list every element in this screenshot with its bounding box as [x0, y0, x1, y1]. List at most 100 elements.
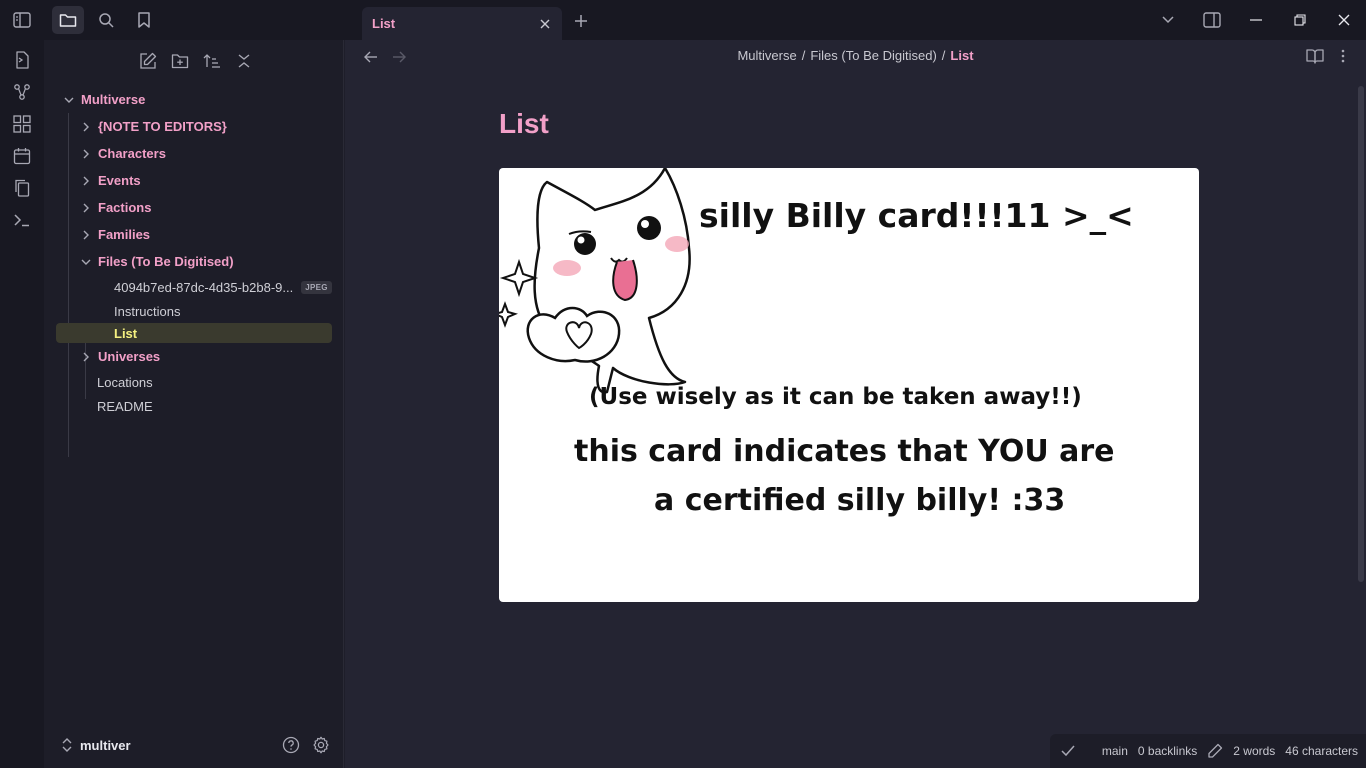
tree-item-label: Characters: [98, 146, 166, 161]
card-caption: (Use wisely as it can be taken away!!): [589, 384, 1082, 410]
card-text-line: this card indicates that YOU are: [574, 434, 1115, 469]
note-title[interactable]: List: [499, 108, 549, 140]
insert-template-button[interactable]: [8, 178, 36, 198]
file-switch-icon: [16, 51, 29, 69]
tree-item-label: Multiverse: [81, 92, 146, 107]
word-count: 2 words: [1233, 744, 1276, 758]
close-window-button[interactable]: [1322, 0, 1366, 40]
tree-folder-families[interactable]: Families: [44, 221, 343, 248]
file-explorer: Multiverse {NOTE TO EDITORS} Characters …: [44, 40, 344, 768]
restore-button[interactable]: [1278, 0, 1322, 40]
tree-item-label: Files (To Be Digitised): [98, 254, 234, 269]
chevron-right-icon: [79, 201, 93, 215]
search-tab-button[interactable]: [90, 6, 122, 34]
tree-folder-files-to-be-digitised[interactable]: Files (To Be Digitised): [44, 248, 343, 275]
open-quick-switcher-button[interactable]: [8, 50, 36, 70]
reading-view-button[interactable]: [1306, 46, 1324, 66]
tree-file-jpeg[interactable]: 4094b7ed-87dc-4d35-b2b8-9... JPEG: [44, 275, 343, 300]
tree-item-label: Instructions: [114, 304, 181, 319]
tree-item-label: README: [97, 398, 153, 414]
more-vertical-icon: [1341, 49, 1345, 63]
minimize-icon: [1250, 19, 1262, 21]
close-icon: [1338, 14, 1350, 26]
collapse-all-button[interactable]: [233, 50, 255, 72]
terminal-icon: [14, 214, 29, 227]
tab-list-dropdown-button[interactable]: [1146, 0, 1190, 40]
vault-switch-button[interactable]: [62, 738, 72, 752]
title-bar: List: [0, 0, 1366, 40]
tree-file-instructions[interactable]: Instructions: [44, 300, 343, 323]
chevron-down-icon: [62, 93, 76, 107]
bookmark-icon: [138, 12, 150, 28]
tree-item-label: List: [114, 325, 138, 341]
close-tab-button[interactable]: [538, 17, 552, 31]
sidebar-toggle-icon: [13, 12, 31, 28]
help-button[interactable]: [280, 734, 302, 756]
tab-title: List: [372, 16, 396, 31]
git-branch[interactable]: main: [1102, 744, 1128, 758]
view-actions: [1306, 46, 1352, 66]
breadcrumb-separator: /: [801, 48, 806, 63]
restore-icon: [1294, 14, 1306, 26]
graph-icon: [14, 84, 30, 100]
toggle-right-sidebar-button[interactable]: [1190, 0, 1234, 40]
breadcrumb: Multiverse / Files (To Be Digitised) / List: [345, 48, 1366, 63]
files-tab-button[interactable]: [52, 6, 84, 34]
toggle-sidebar-button[interactable]: [0, 0, 44, 40]
more-options-button[interactable]: [1334, 46, 1352, 66]
chevron-right-icon: [79, 120, 93, 134]
open-canvas-button[interactable]: [8, 114, 36, 134]
tree-folder-factions[interactable]: Factions: [44, 194, 343, 221]
new-folder-button[interactable]: [169, 50, 191, 72]
tree-folder-characters[interactable]: Characters: [44, 140, 343, 167]
tree-item-label: 4094b7ed-87dc-4d35-b2b8-9...: [114, 280, 294, 295]
check-icon: [1061, 745, 1075, 757]
folder-plus-icon: [171, 54, 188, 69]
help-icon: [282, 736, 300, 754]
tree-item-label: {NOTE TO EDITORS}: [98, 119, 227, 134]
note-view: Multiverse / Files (To Be Digitised) / List …: [345, 40, 1366, 768]
new-note-button[interactable]: [137, 50, 159, 72]
tree-folder-note-to-editors[interactable]: {NOTE TO EDITORS}: [44, 113, 343, 140]
tree-folder-events[interactable]: Events: [44, 167, 343, 194]
tab-list[interactable]: List: [362, 7, 562, 40]
tree-item-label: Events: [98, 173, 141, 188]
copy-icon: [15, 179, 30, 197]
bookmarks-tab-button[interactable]: [128, 6, 160, 34]
tree-file-readme[interactable]: README: [44, 395, 343, 417]
minimize-button[interactable]: [1234, 0, 1278, 40]
open-command-palette-button[interactable]: [8, 210, 36, 230]
chevron-right-icon: [79, 228, 93, 242]
tree-file-list[interactable]: List: [56, 323, 332, 343]
view-header: Multiverse / Files (To Be Digitised) / List: [345, 40, 1366, 74]
new-tab-button[interactable]: [570, 10, 592, 32]
folder-icon: [59, 14, 77, 27]
card-heading: silly Billy card!!!11 >_<: [699, 196, 1134, 235]
status-bar: main 0 backlinks 2 words 46 characters: [1049, 734, 1366, 768]
breadcrumb-item[interactable]: Files (To Be Digitised): [810, 48, 936, 63]
scrollbar[interactable]: [1358, 86, 1364, 582]
collapse-icon: [238, 54, 249, 68]
tree-item-label: Factions: [98, 200, 152, 215]
plus-icon: [575, 15, 587, 27]
tree-item-label: Locations: [97, 375, 153, 390]
sync-status[interactable]: [1060, 743, 1076, 759]
breadcrumb-item[interactable]: Multiverse: [737, 48, 796, 63]
tree-folder-multiverse[interactable]: Multiverse: [44, 86, 343, 113]
backlinks-count[interactable]: 0 backlinks: [1138, 744, 1197, 758]
gear-icon: [313, 736, 329, 754]
open-daily-note-button[interactable]: [8, 146, 36, 166]
tree-file-locations[interactable]: Locations: [44, 370, 343, 395]
sidebar-tab-switcher: [44, 0, 344, 40]
breadcrumb-current[interactable]: List: [950, 48, 973, 63]
settings-button[interactable]: [310, 734, 332, 756]
chevrons-up-down-icon: [62, 738, 72, 752]
character-count: 46 characters: [1285, 744, 1358, 758]
tree-folder-universes[interactable]: Universes: [44, 343, 343, 370]
tree-item-label: Families: [98, 227, 151, 242]
editing-mode-button[interactable]: [1207, 743, 1223, 759]
open-graph-view-button[interactable]: [8, 82, 36, 102]
book-open-icon: [1306, 49, 1324, 64]
change-sort-order-button[interactable]: [201, 50, 223, 72]
vault-name[interactable]: multiver: [80, 738, 272, 753]
